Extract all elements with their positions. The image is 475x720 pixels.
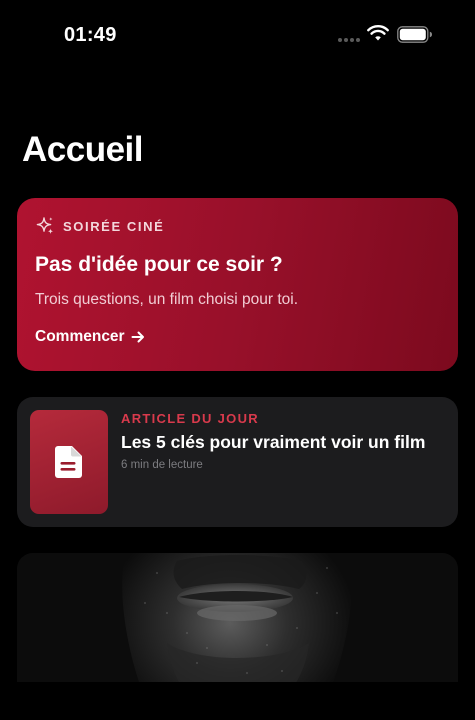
hero-subtitle: Trois questions, un film choisi pour toi… [35, 291, 299, 308]
document-icon [55, 446, 82, 478]
signal-dots-icon [338, 38, 360, 42]
home-screen: 01:49 Accueil SOIRÉE CINÉ Pas d'idée pou… [0, 0, 475, 720]
article-reading-time: 6 min de lecture [121, 459, 203, 471]
status-bar: 01:49 [0, 0, 475, 70]
article-eyebrow: ARTICLE DU JOUR [121, 411, 259, 426]
hero-eyebrow-row: SOIRÉE CINÉ [35, 216, 164, 236]
hero-eyebrow: SOIRÉE CINÉ [63, 218, 165, 234]
movie-night-card[interactable]: SOIRÉE CINÉ Pas d'idée pour ce soir ? Tr… [17, 198, 458, 371]
start-button[interactable]: Commencer [35, 328, 145, 346]
battery-icon [397, 26, 432, 43]
bottom-safe-area [0, 682, 475, 720]
hero-title: Pas d'idée pour ce soir ? [35, 253, 283, 276]
article-title: Les 5 clés pour vraiment voir un film [121, 432, 426, 452]
sparkles-icon [36, 217, 54, 235]
page-title: Accueil [22, 130, 144, 169]
status-time: 01:49 [64, 24, 117, 46]
arrow-right-icon [131, 331, 144, 343]
wifi-icon [367, 25, 389, 41]
article-thumbnail [30, 410, 108, 514]
start-button-label: Commencer [35, 328, 125, 345]
article-of-the-day-card[interactable]: ARTICLE DU JOUR Les 5 clés pour vraiment… [17, 397, 458, 527]
